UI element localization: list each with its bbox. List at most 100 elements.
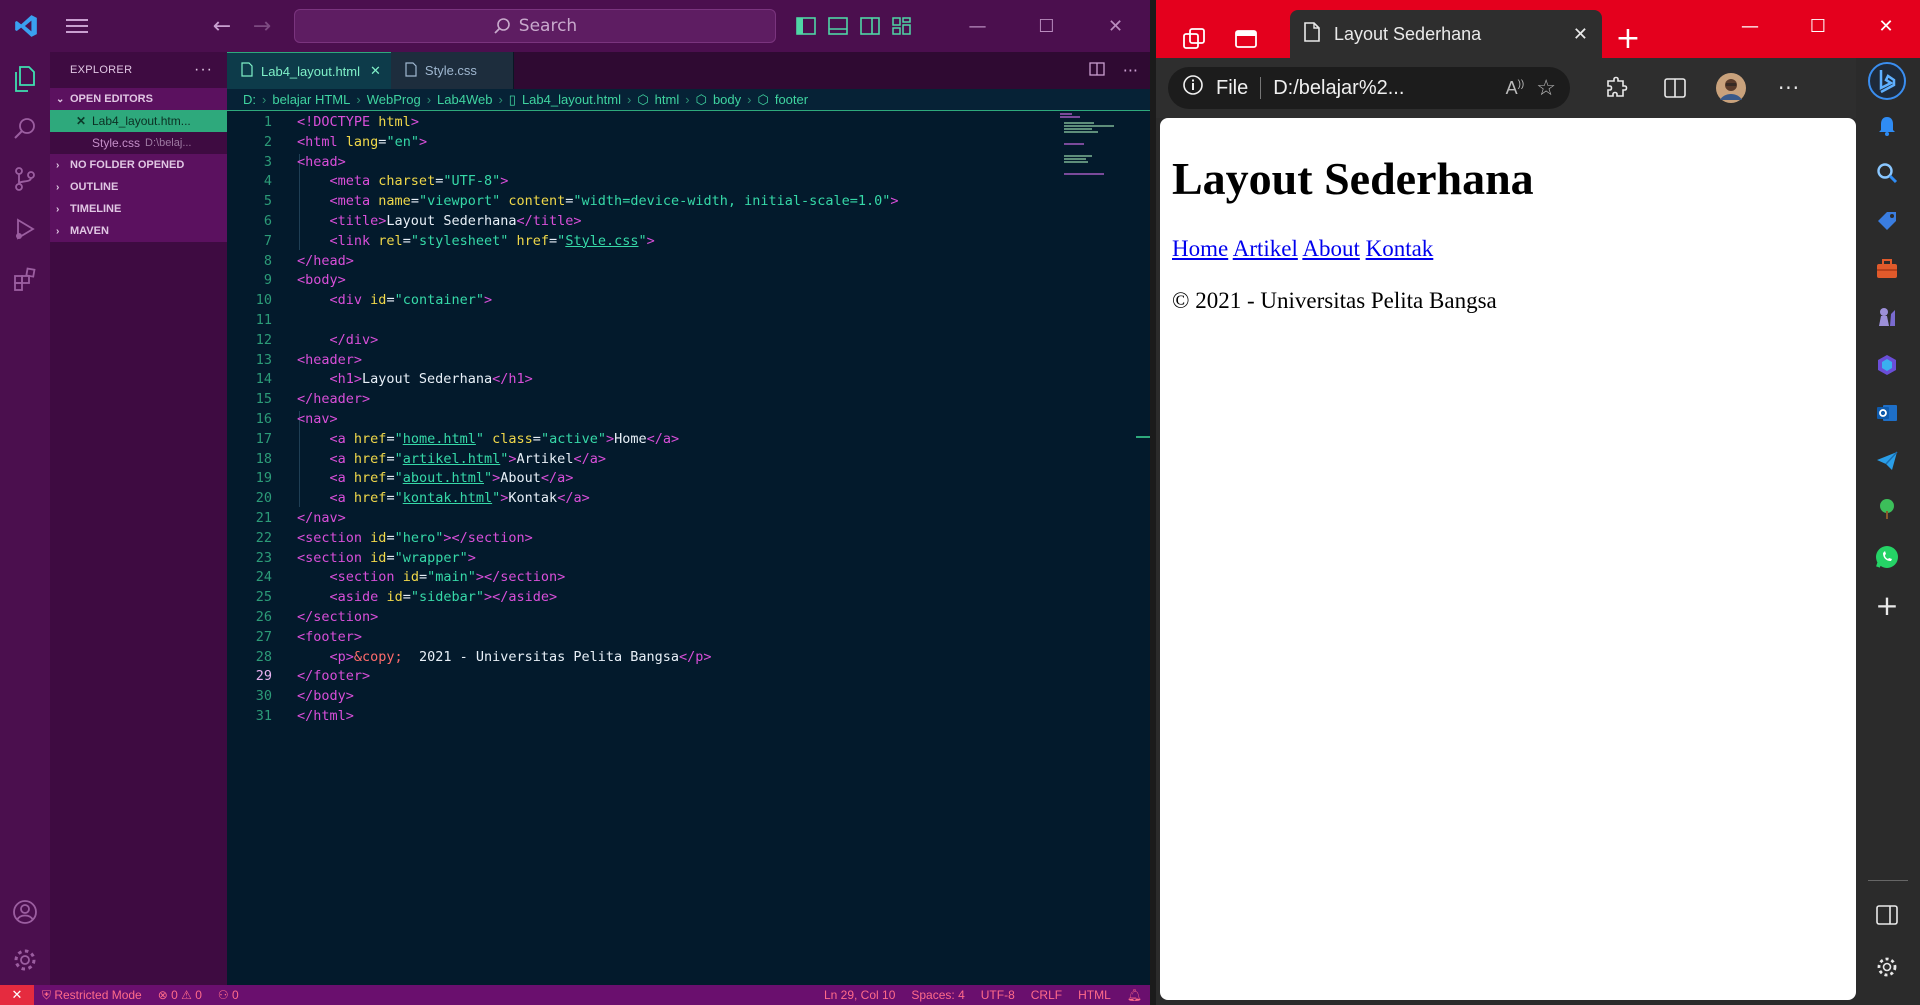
run-debug-icon[interactable] [0,204,50,254]
code-line[interactable]: <footer> [297,628,899,648]
favorite-star-icon[interactable]: ☆ [1536,75,1556,101]
breadcrumb-item[interactable]: D: [243,92,256,107]
settings-gear-icon[interactable] [0,935,50,985]
address-url[interactable]: D:/belajar%2... [1273,77,1404,100]
bing-copilot-icon[interactable] [1866,60,1908,102]
breadcrumb-item[interactable]: footer [775,92,808,107]
open-editor-item-style[interactable]: Style.css D:\belaj... [50,132,227,154]
telegram-send-icon[interactable] [1870,444,1904,478]
accounts-icon[interactable] [0,887,50,937]
code-line[interactable]: <link rel="stylesheet" href="Style.css"> [297,232,899,252]
maximize-icon[interactable]: ☐ [1012,0,1081,52]
hamburger-menu-icon[interactable] [52,0,102,52]
shopping-tag-icon[interactable] [1870,204,1904,238]
address-bar[interactable]: File D:/belajar%2... A)) ☆ [1168,67,1570,109]
code-line[interactable]: <section id="hero"></section> [297,529,899,549]
indentation-status[interactable]: Spaces: 4 [903,988,972,1002]
link-home[interactable]: Home [1172,236,1228,261]
settings-more-icon[interactable]: ··· [1772,71,1806,105]
close-icon[interactable]: ✕ [1081,0,1150,52]
section-maven[interactable]: › MAVEN [50,220,227,242]
code-lines[interactable]: <!DOCTYPE html> <html lang="en"> <head> <m… [297,113,899,727]
code-line[interactable]: </head> [297,252,899,272]
code-line[interactable]: <head> [297,153,899,173]
close-editor-icon[interactable]: ✕ [76,114,92,128]
breadcrumb-item[interactable]: Lab4_layout.html [522,92,621,107]
section-no-folder[interactable]: › NO FOLDER OPENED [50,154,227,176]
code-line[interactable]: <p>&copy; 2021 - Universitas Pelita Bang… [297,648,899,668]
minimize-icon[interactable]: — [1716,0,1784,52]
forward-arrow-icon[interactable]: → [242,14,282,39]
browser-tab-active[interactable]: Layout Sederhana ✕ [1290,10,1602,58]
code-line[interactable]: <body> [297,271,899,291]
tab-lab4-layout[interactable]: Lab4_layout.html ✕ [227,52,391,89]
section-outline[interactable]: › OUTLINE [50,176,227,198]
maximize-icon[interactable]: ☐ [1784,0,1852,52]
add-sidebar-app-icon[interactable]: + [1870,588,1904,622]
profile-avatar[interactable] [1714,71,1748,105]
split-screen-icon[interactable] [1658,71,1692,105]
code-line[interactable]: <nav> [297,410,899,430]
cursor-position[interactable]: Ln 29, Col 10 [816,988,903,1002]
explorer-icon[interactable] [0,54,50,104]
link-artikel[interactable]: Artikel [1233,236,1298,261]
customize-layout-icon[interactable] [886,17,918,35]
code-line[interactable]: <a href="kontak.html">Kontak</a> [297,489,899,509]
link-kontak[interactable]: Kontak [1366,236,1434,261]
code-line[interactable] [297,311,899,331]
breadcrumb-item[interactable]: body [713,92,741,107]
extensions-icon[interactable] [0,254,50,304]
code-line[interactable]: <a href="home.html" class="active">Home<… [297,430,899,450]
breadcrumb-item[interactable]: html [655,92,680,107]
search-sidebar-icon[interactable] [0,104,50,154]
code-line[interactable]: <a href="about.html">About</a> [297,469,899,489]
new-tab-icon[interactable]: + [1608,18,1648,58]
copilot-icon[interactable] [1870,348,1904,382]
hide-sidebar-icon[interactable] [1870,898,1904,932]
section-open-editors[interactable]: ⌄ OPEN EDITORS [50,88,227,110]
code-line[interactable]: </html> [297,707,899,727]
toggle-secondary-sidebar-icon[interactable] [854,17,886,35]
code-line[interactable]: <a href="artikel.html">Artikel</a> [297,450,899,470]
ports-status[interactable]: ⚇ 0 [210,988,247,1002]
code-line[interactable]: <header> [297,351,899,371]
remote-icon[interactable]: ✕ [0,985,34,1005]
problems-status[interactable]: ⊗ 0 ⚠ 0 [150,988,210,1002]
code-editor[interactable]: 1 2 3 4 5 6 7 8 9 10 11 12 13 14 15 16 1… [227,111,1150,985]
restricted-mode-status[interactable]: ⛨ Restricted Mode [34,988,150,1003]
more-actions-icon[interactable]: ··· [194,61,213,79]
back-arrow-icon[interactable]: ← [202,14,242,39]
tree-plant-icon[interactable] [1870,492,1904,526]
outlook-icon[interactable] [1870,396,1904,430]
toggle-primary-sidebar-icon[interactable] [790,17,822,35]
info-icon[interactable] [1182,74,1204,102]
tools-briefcase-icon[interactable] [1870,252,1904,286]
tab-style-css[interactable]: Style.css [390,52,514,89]
notification-bell-icon[interactable] [1870,108,1904,142]
code-line[interactable]: <!DOCTYPE html> [297,113,899,133]
open-editor-item-lab4[interactable]: ✕ Lab4_layout.htm... [50,110,227,132]
code-line[interactable]: </header> [297,390,899,410]
more-actions-icon[interactable]: ··· [1123,61,1138,80]
close-icon[interactable]: ✕ [1852,0,1920,52]
extensions-puzzle-icon[interactable] [1600,71,1634,105]
section-timeline[interactable]: › TIMELINE [50,198,227,220]
minimap[interactable] [1060,113,1130,183]
code-line[interactable]: <h1>Layout Sederhana</h1> [297,370,899,390]
code-line[interactable]: <html lang="en"> [297,133,899,153]
breadcrumb-item[interactable]: WebProg [367,92,421,107]
language-mode[interactable]: HTML [1070,988,1119,1002]
code-line[interactable]: </section> [297,608,899,628]
encoding-status[interactable]: UTF-8 [973,988,1023,1002]
code-line[interactable]: <section id="wrapper"> [297,549,899,569]
code-line[interactable]: </footer> [297,667,899,687]
eol-status[interactable]: CRLF [1023,988,1070,1002]
code-line[interactable]: <section id="main"></section> [297,568,899,588]
search-icon[interactable] [1870,156,1904,190]
read-aloud-icon[interactable]: A)) [1506,78,1525,99]
sidebar-settings-gear-icon[interactable] [1870,950,1904,984]
code-line[interactable]: <meta charset="UTF-8"> [297,172,899,192]
source-control-icon[interactable] [0,154,50,204]
close-tab-icon[interactable]: ✕ [1573,24,1588,45]
code-line[interactable]: </div> [297,331,899,351]
